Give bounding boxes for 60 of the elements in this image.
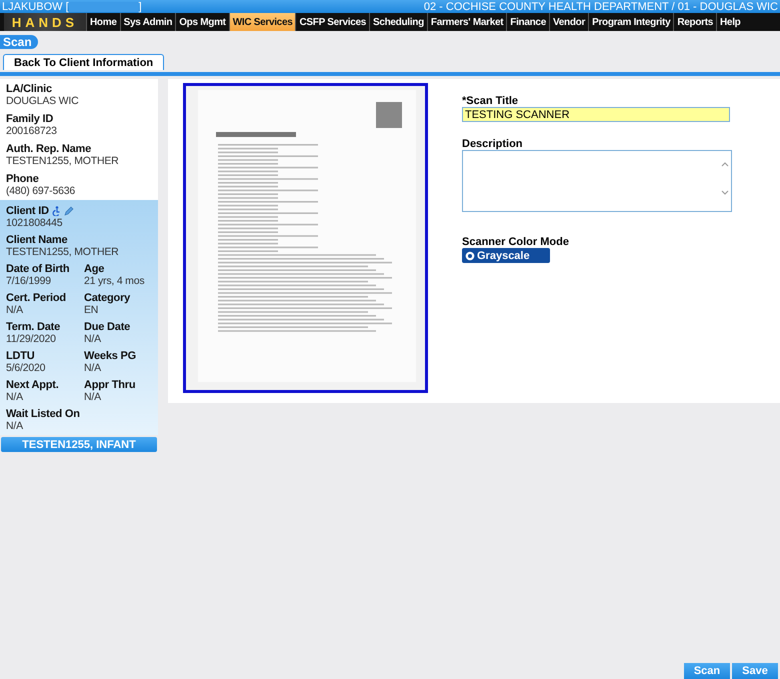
field-label: Term. Date bbox=[6, 321, 62, 333]
scan-title-input[interactable]: TESTING SCANNER bbox=[462, 107, 730, 122]
bracket-text: ] bbox=[138, 0, 142, 12]
field-value: N/A bbox=[6, 391, 24, 403]
field-label: Cert. Period bbox=[6, 292, 67, 304]
field-value: DOUGLAS WIC bbox=[6, 95, 80, 107]
field-value: N/A bbox=[6, 304, 24, 316]
field-label: Date of Birth bbox=[6, 263, 70, 275]
field-label: *Scan Title bbox=[462, 95, 520, 107]
accessibility-icon[interactable] bbox=[52, 206, 61, 216]
field-label: Weeks PG bbox=[84, 350, 138, 362]
redacted-block bbox=[68, 2, 139, 12]
nav-tab[interactable]: Farmers' Market bbox=[426, 13, 506, 31]
field-label: Description bbox=[462, 138, 524, 150]
field-label: Client Name bbox=[6, 234, 68, 246]
page-title: Scan bbox=[0, 35, 38, 49]
field-value: 200168723 bbox=[6, 125, 58, 137]
field-value: TESTEN1255, MOTHER bbox=[6, 155, 120, 167]
field-label: LA/Clinic bbox=[6, 83, 53, 95]
nav-tab[interactable]: WIC Services bbox=[228, 13, 296, 31]
nav-tab[interactable]: Vendor bbox=[548, 13, 588, 31]
field-value: 1021808445 bbox=[6, 217, 64, 229]
user-name: LJAKUBOW [ bbox=[2, 0, 69, 12]
field-value: EN bbox=[84, 304, 100, 316]
field-label: Category bbox=[84, 292, 132, 304]
pencil-icon[interactable] bbox=[64, 206, 74, 216]
field-value: 5/6/2020 bbox=[6, 362, 46, 374]
field-value: 7/16/1999 bbox=[6, 275, 52, 287]
field-label: Due Date bbox=[84, 321, 132, 333]
nav-tab[interactable]: Help bbox=[716, 13, 744, 31]
radio-icon bbox=[465, 250, 475, 260]
nav-tab[interactable]: CSFP Services bbox=[295, 13, 369, 31]
field-value: N/A bbox=[6, 420, 24, 432]
field-value: 11/29/2020 bbox=[6, 333, 57, 345]
field-value: 21 yrs, 4 mos bbox=[84, 275, 146, 287]
nav-tab[interactable]: Home bbox=[86, 13, 120, 31]
field-label: Phone bbox=[6, 173, 40, 185]
field-value: (480) 697-5636 bbox=[6, 185, 76, 197]
field-value: TESTEN1255, MOTHER bbox=[6, 246, 120, 258]
description-textarea[interactable] bbox=[462, 150, 732, 212]
field-label: Appr Thru bbox=[84, 379, 136, 391]
field-label: Wait Listed On bbox=[6, 408, 81, 420]
nav-tab[interactable]: Finance bbox=[506, 13, 549, 31]
nav-tab[interactable]: Program Integrity bbox=[588, 13, 674, 31]
field-label: Age bbox=[84, 263, 106, 275]
field-label: Auth. Rep. Name bbox=[6, 143, 92, 155]
nav-tab[interactable]: Ops Mgmt bbox=[175, 13, 229, 31]
agency-title: 02 - COCHISE COUNTY HEALTH DEPARTMENT / 01 - DOUGLAS WIC bbox=[424, 0, 778, 12]
field-label: Next Appt. bbox=[6, 379, 60, 391]
field-value: N/A bbox=[84, 333, 102, 345]
field-label: LDTU bbox=[6, 350, 36, 362]
field-value: N/A bbox=[84, 391, 102, 403]
back-tab[interactable]: Back To Client Information bbox=[3, 54, 164, 70]
field-value: N/A bbox=[84, 362, 102, 374]
field-label: Family ID bbox=[6, 113, 54, 125]
field-label: Client ID bbox=[6, 205, 49, 217]
field-label: Scanner Color Mode bbox=[462, 236, 570, 248]
nav-tab[interactable]: Scheduling bbox=[368, 13, 427, 31]
hands-logo: HANDS bbox=[4, 13, 86, 31]
grayscale-radio[interactable]: Grayscale bbox=[462, 248, 550, 263]
